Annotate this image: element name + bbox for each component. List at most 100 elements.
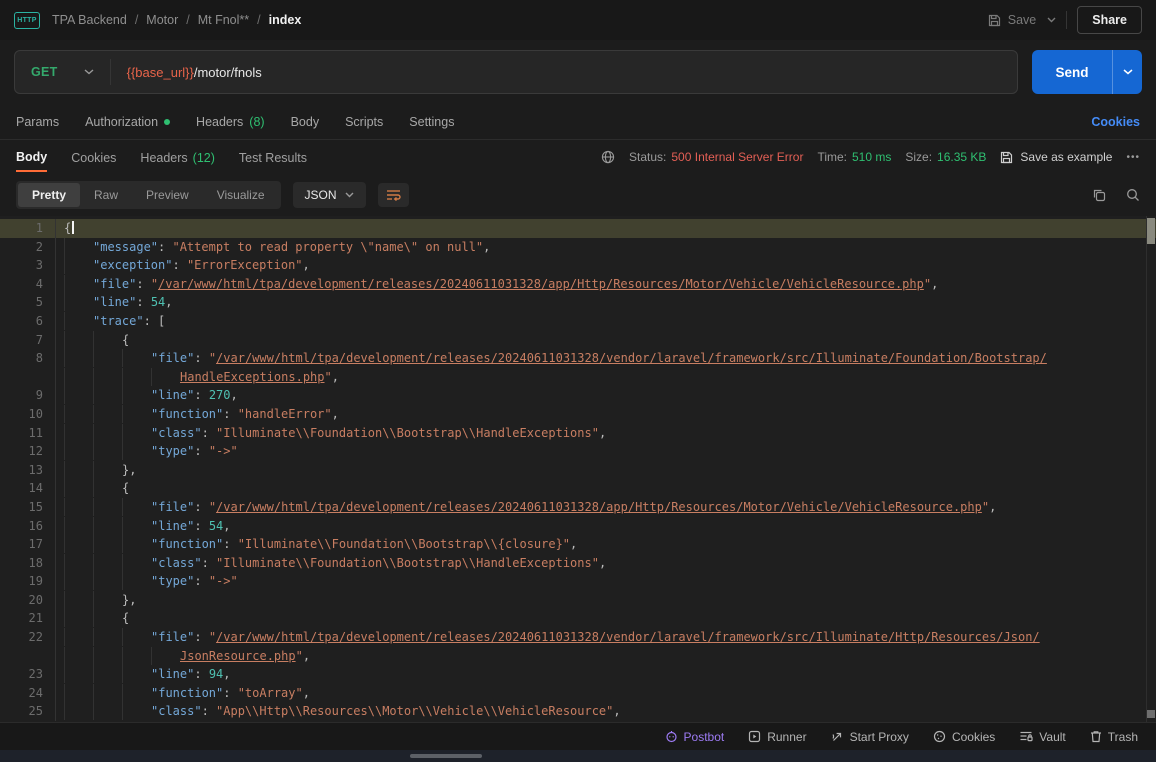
json-punctuation: ,	[599, 426, 606, 440]
response-body-editor[interactable]: 1{2"message": "Attempt to read property …	[0, 216, 1156, 722]
request-tab-headers[interactable]: Headers(8)	[196, 115, 265, 129]
code-line[interactable]: 21{	[0, 609, 1156, 628]
footer-item-runner[interactable]: Runner	[748, 730, 806, 744]
wrap-text-button[interactable]	[378, 183, 409, 207]
line-number: 20	[0, 591, 56, 610]
line-number: 21	[0, 609, 56, 628]
share-button[interactable]: Share	[1077, 6, 1142, 34]
copy-icon[interactable]	[1092, 188, 1106, 202]
code-line-content: "function": "Illuminate\\Foundation\\Boo…	[56, 535, 577, 554]
format-value: JSON	[305, 188, 337, 202]
globe-icon[interactable]	[601, 150, 615, 164]
code-line[interactable]: 5"line": 54,	[0, 293, 1156, 312]
code-line[interactable]: 12"type": "->"	[0, 442, 1156, 461]
json-punctuation: :	[136, 277, 150, 291]
breadcrumb-separator: /	[257, 13, 260, 27]
code-line[interactable]: 10"function": "handleError",	[0, 405, 1156, 424]
code-line[interactable]: 17"function": "Illuminate\\Foundation\\B…	[0, 535, 1156, 554]
code-line-content: "function": "handleError",	[56, 405, 339, 424]
view-mode-tabs: PrettyRawPreviewVisualize	[16, 181, 281, 209]
json-punctuation: },	[122, 593, 136, 607]
search-icon[interactable]	[1126, 188, 1140, 202]
code-line[interactable]: 8"file": "/var/www/html/tpa/development/…	[0, 349, 1156, 368]
code-line[interactable]: HandleExceptions.php",	[0, 368, 1156, 387]
request-tab-authorization[interactable]: Authorization	[85, 115, 170, 129]
save-as-example-button[interactable]: Save as example	[1000, 150, 1112, 164]
footer-item-trash[interactable]: Trash	[1090, 730, 1138, 744]
breadcrumb-item[interactable]: index	[269, 13, 302, 27]
response-tab-test-results[interactable]: Test Results	[239, 143, 307, 171]
code-line[interactable]: 23"line": 94,	[0, 665, 1156, 684]
request-tab-scripts[interactable]: Scripts	[345, 115, 383, 129]
indent-guide	[93, 684, 122, 702]
url-input[interactable]: {{base_url}}/motor/fnols	[111, 65, 262, 80]
code-line[interactable]: 19"type": "->"	[0, 572, 1156, 591]
json-string: "ErrorException"	[187, 258, 303, 272]
send-button[interactable]: Send	[1032, 50, 1112, 94]
footer-item-vault[interactable]: Vault	[1019, 730, 1065, 744]
code-line[interactable]: JsonResource.php",	[0, 647, 1156, 666]
indent-guide	[93, 461, 122, 479]
method-selector[interactable]: GET	[15, 65, 110, 79]
code-line[interactable]: 22"file": "/var/www/html/tpa/development…	[0, 628, 1156, 647]
view-tab-visualize[interactable]: Visualize	[203, 183, 279, 207]
view-tab-raw[interactable]: Raw	[80, 183, 132, 207]
file-path-link[interactable]: /var/www/html/tpa/development/releases/2…	[216, 630, 1040, 644]
footer-item-postbot[interactable]: Postbot	[665, 730, 725, 744]
save-button[interactable]: Save	[988, 13, 1057, 27]
response-tab-cookies[interactable]: Cookies	[71, 143, 116, 171]
scrollbar-corner[interactable]	[1147, 710, 1155, 718]
more-options-button[interactable]: •••	[1126, 152, 1140, 163]
json-key: "line"	[151, 667, 194, 681]
breadcrumb-item[interactable]: Mt Fnol**	[198, 13, 249, 27]
json-string: "	[982, 500, 989, 514]
response-view-toolbar: PrettyRawPreviewVisualize JSON	[0, 174, 1156, 216]
breadcrumb-item[interactable]: Motor	[146, 13, 178, 27]
request-tab-body[interactable]: Body	[291, 115, 320, 129]
file-path-link[interactable]: /var/www/html/tpa/development/releases/2…	[216, 500, 982, 514]
file-path-link[interactable]: JsonResource.php	[180, 649, 296, 663]
indent-guide	[93, 535, 122, 553]
code-line[interactable]: 13},	[0, 461, 1156, 480]
view-tab-pretty[interactable]: Pretty	[18, 183, 80, 207]
json-punctuation: {	[122, 481, 129, 495]
code-line[interactable]: 14{	[0, 479, 1156, 498]
code-line[interactable]: 18"class": "Illuminate\\Foundation\\Boot…	[0, 554, 1156, 573]
code-line[interactable]: 6"trace": [	[0, 312, 1156, 331]
json-number: 270	[209, 388, 231, 402]
code-line[interactable]: 15"file": "/var/www/html/tpa/development…	[0, 498, 1156, 517]
request-tab-settings[interactable]: Settings	[409, 115, 454, 129]
code-line[interactable]: 25"class": "App\\Http\\Resources\\Motor\…	[0, 702, 1156, 721]
view-tab-preview[interactable]: Preview	[132, 183, 203, 207]
code-line[interactable]: 11"class": "Illuminate\\Foundation\\Boot…	[0, 424, 1156, 443]
scrollbar-thumb[interactable]	[1147, 218, 1155, 244]
response-tab-body[interactable]: Body	[16, 142, 47, 172]
file-path-link[interactable]: /var/www/html/tpa/development/releases/2…	[216, 351, 1047, 365]
request-tab-params[interactable]: Params	[16, 115, 59, 129]
code-line[interactable]: 20},	[0, 591, 1156, 610]
cookies-link[interactable]: Cookies	[1091, 115, 1140, 129]
indent-guide	[64, 293, 93, 311]
code-line[interactable]: 9"line": 270,	[0, 386, 1156, 405]
chevron-down-icon[interactable]	[1047, 17, 1056, 23]
file-path-link[interactable]: /var/www/html/tpa/development/releases/2…	[158, 277, 924, 291]
format-select[interactable]: JSON	[293, 182, 366, 208]
code-line[interactable]: 3"exception": "ErrorException",	[0, 256, 1156, 275]
footer-item-start-proxy[interactable]: Start Proxy	[831, 730, 909, 744]
json-punctuation: ,	[332, 407, 339, 421]
footer-item-cookies[interactable]: Cookies	[933, 730, 995, 744]
json-string: "toArray"	[238, 686, 303, 700]
breadcrumb-item[interactable]: TPA Backend	[52, 13, 127, 27]
code-line[interactable]: 24"function": "toArray",	[0, 684, 1156, 703]
code-line-content: {	[56, 609, 129, 628]
code-line[interactable]: 2"message": "Attempt to read property \"…	[0, 238, 1156, 257]
vertical-scrollbar[interactable]	[1146, 216, 1156, 722]
code-line[interactable]: 1{	[0, 219, 1156, 238]
code-line[interactable]: 16"line": 54,	[0, 517, 1156, 536]
code-line[interactable]: 7{	[0, 331, 1156, 350]
code-line[interactable]: 4"file": "/var/www/html/tpa/development/…	[0, 275, 1156, 294]
response-tab-headers[interactable]: Headers(12)	[140, 143, 214, 171]
send-options-button[interactable]	[1112, 50, 1142, 94]
trash-icon	[1090, 730, 1102, 743]
file-path-link[interactable]: HandleExceptions.php	[180, 370, 325, 384]
